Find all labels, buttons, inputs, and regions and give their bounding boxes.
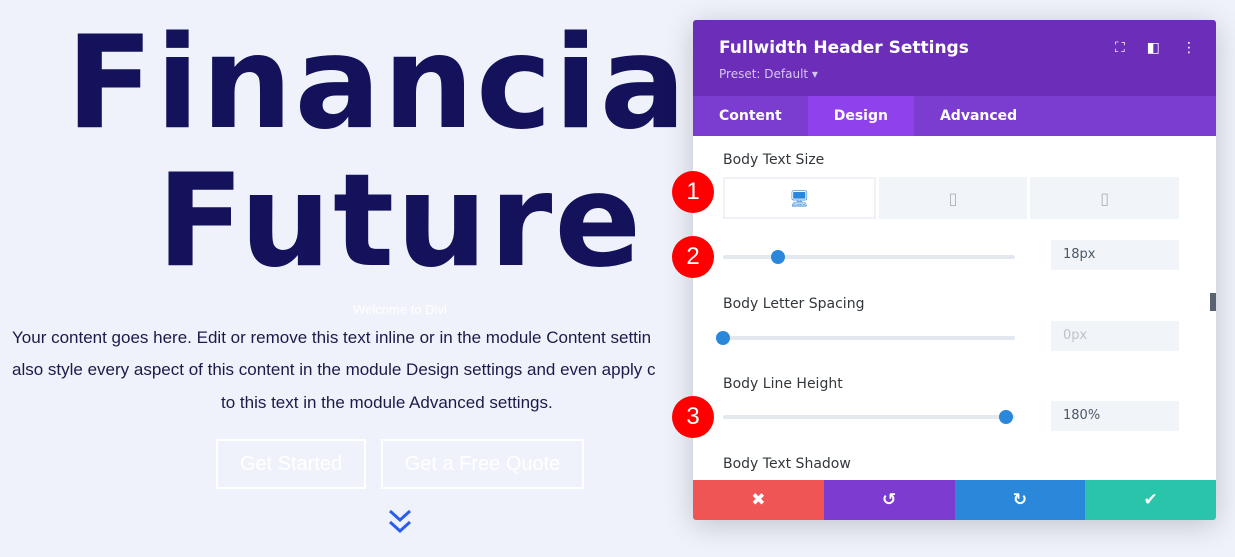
step-badge-3: 3 [672,396,714,438]
hero-subtitle: Welcome to Divi [353,302,447,317]
free-quote-button[interactable]: Get a Free Quote [381,439,584,489]
save-button[interactable]: ✔ [1085,480,1216,520]
double-chevron-down-icon[interactable] [386,508,414,536]
preset-dropdown[interactable]: Preset: Default ▾ [719,67,818,81]
tablet-device-tab[interactable]: ▯ [878,177,1028,219]
tab-advanced[interactable]: Advanced [914,96,1043,136]
step-badge-1: 1 [672,171,714,213]
body-text-size-slider[interactable] [723,250,1015,264]
body-line-height-label: Body Line Height [723,376,843,392]
body-line: to this text in the module Advanced sett… [221,393,553,412]
step-badge-2: 2 [672,236,714,278]
tablet-icon: ▯ [948,188,958,208]
panel-header: Fullwidth Header Settings Preset: Defaul… [693,20,1216,96]
desktop-icon: 🖥 [789,188,810,208]
sidebar-layout-icon[interactable]: ◧ [1147,40,1160,56]
phone-device-tab[interactable]: ▯ [1030,177,1180,219]
phone-icon: ▯ [1100,188,1110,208]
body-line-height-input[interactable]: 180% [1051,401,1179,431]
body-line: also style every aspect of this content … [12,360,656,379]
body-text-size-input[interactable]: 18px [1051,240,1179,270]
body-letter-spacing-slider[interactable] [716,331,1015,345]
body-text-size-label: Body Text Size [723,152,825,168]
body-line-height-slider[interactable] [723,410,1015,424]
hero-title-line1: Financial [66,9,734,158]
body-letter-spacing-label: Body Letter Spacing [723,296,865,312]
more-options-icon[interactable]: ⋮ [1182,40,1196,56]
desktop-device-tab[interactable]: 🖥 [723,177,876,219]
undo-button[interactable]: ↺ [823,480,955,520]
tab-bar: Content Design Advanced [693,96,1216,136]
fullscreen-icon[interactable]: ⛶ [1115,40,1125,56]
panel-scrollbar[interactable] [1210,293,1216,311]
cancel-button[interactable]: ✖ [693,480,824,520]
panel-title: Fullwidth Header Settings [719,38,969,58]
settings-panel: Fullwidth Header Settings Preset: Defaul… [693,20,1216,520]
slider-handle[interactable] [999,410,1014,424]
tab-content[interactable]: Content [693,96,808,136]
slider-handle[interactable] [771,250,786,264]
slider-handle[interactable] [716,331,730,345]
body-letter-spacing-input[interactable]: 0px [1051,321,1179,351]
body-text-shadow-label: Body Text Shadow [723,456,851,472]
get-started-button[interactable]: Get Started [216,439,366,489]
redo-button[interactable]: ↻ [954,480,1086,520]
body-line: Your content goes here. Edit or remove t… [12,328,652,347]
tab-design[interactable]: Design [807,96,914,136]
